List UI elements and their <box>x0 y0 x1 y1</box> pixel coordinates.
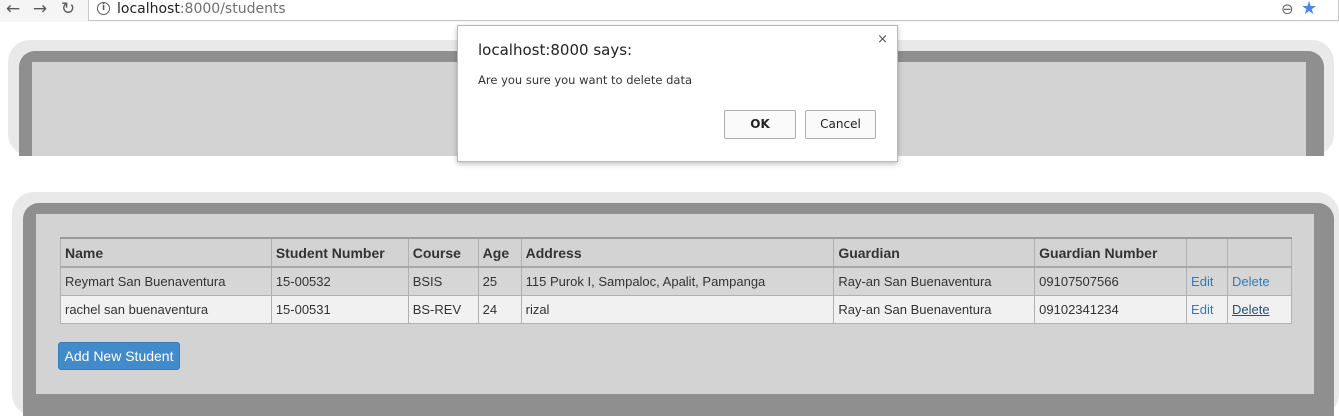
col-header-delete <box>1227 237 1292 268</box>
col-header-address: Address <box>520 237 835 268</box>
cell-course: BS-REV <box>407 294 479 324</box>
cell-name: rachel san buenaventura <box>60 294 272 324</box>
url-text[interactable]: localhost:8000/students <box>117 1 286 17</box>
cell-edit: Edit <box>1186 266 1228 296</box>
confirm-dialog: localhost:8000 says: × Are you sure you … <box>457 25 898 162</box>
cell-address: 115 Purok I, Sampaloc, Apalit, Pampanga <box>520 266 835 296</box>
col-header-guardian: Guardian <box>833 237 1036 268</box>
url-host: localhost <box>117 1 180 17</box>
col-header-guardian-number: Guardian Number <box>1034 237 1188 268</box>
table-row: rachel san buenaventura 15-00531 BS-REV … <box>60 294 1292 324</box>
cell-age: 24 <box>477 294 522 324</box>
address-bar[interactable]: i localhost:8000/students ⊖ ★ <box>88 0 1339 21</box>
forward-arrow-icon[interactable]: → <box>29 0 51 20</box>
cell-guardian: Ray-an San Buenaventura <box>833 266 1036 296</box>
delete-link[interactable]: Delete <box>1232 274 1270 289</box>
cell-name: Reymart San Buenaventura <box>60 266 272 296</box>
cell-student-number: 15-00532 <box>270 266 409 296</box>
cell-address: rizal <box>520 294 835 324</box>
reload-icon[interactable]: ↻ <box>57 0 79 20</box>
cell-delete: Delete <box>1227 294 1292 324</box>
zoom-out-icon[interactable]: ⊖ <box>1281 0 1294 18</box>
cell-guardian: Ray-an San Buenaventura <box>833 294 1036 324</box>
dialog-message: Are you sure you want to delete data <box>478 73 693 87</box>
col-header-course: Course <box>407 237 479 268</box>
col-header-edit <box>1186 237 1228 268</box>
col-header-name: Name <box>60 237 272 268</box>
add-new-student-button[interactable]: Add New Student <box>58 342 180 370</box>
table-header-row: Name Student Number Course Age Address G… <box>60 237 1292 268</box>
cell-guardian-number: 09107507566 <box>1034 266 1188 296</box>
edit-link[interactable]: Edit <box>1191 274 1213 289</box>
cell-delete: Delete <box>1227 266 1292 296</box>
cell-course: BSIS <box>407 266 479 296</box>
students-table: Name Student Number Course Age Address G… <box>60 237 1292 324</box>
back-arrow-icon[interactable]: ← <box>2 0 24 20</box>
dialog-title: localhost:8000 says: <box>478 41 633 59</box>
close-icon[interactable]: × <box>877 32 888 47</box>
cell-edit: Edit <box>1186 294 1228 324</box>
cell-student-number: 15-00531 <box>270 294 409 324</box>
col-header-age: Age <box>477 237 522 268</box>
cell-guardian-number: 09102341234 <box>1034 294 1188 324</box>
url-path: :8000/students <box>179 1 286 17</box>
delete-link[interactable]: Delete <box>1232 302 1270 317</box>
info-icon[interactable]: i <box>97 2 110 15</box>
cancel-button[interactable]: Cancel <box>805 110 876 139</box>
table-row: Reymart San Buenaventura 15-00532 BSIS 2… <box>60 266 1292 296</box>
cell-age: 25 <box>477 266 522 296</box>
browser-toolbar: ← → ↻ i localhost:8000/students ⊖ ★ <box>0 0 1339 22</box>
edit-link[interactable]: Edit <box>1191 302 1213 317</box>
bookmark-star-icon[interactable]: ★ <box>1301 0 1317 19</box>
ok-button[interactable]: OK <box>724 110 796 139</box>
col-header-student-number: Student Number <box>270 237 409 268</box>
